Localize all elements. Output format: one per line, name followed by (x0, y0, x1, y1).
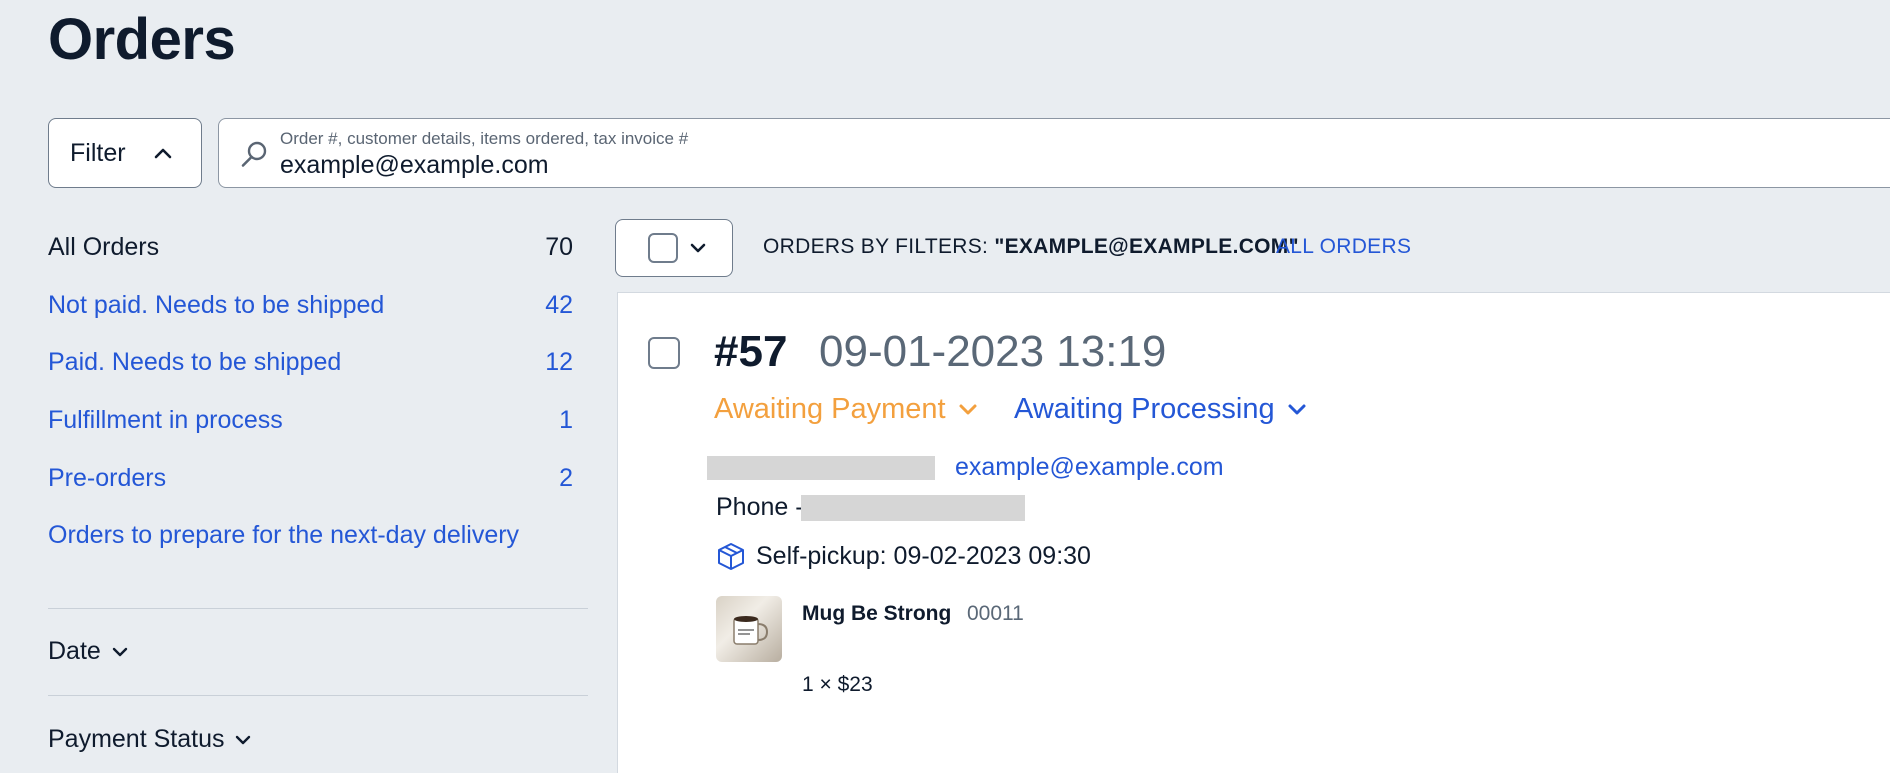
product-quantity-price: 1 × $23 (802, 673, 873, 696)
category-count: 12 (545, 348, 573, 376)
fulfillment-status-dropdown[interactable]: Awaiting Processing (1014, 393, 1307, 426)
select-all-checkbox[interactable] (648, 233, 678, 263)
product-name[interactable]: Mug Be Strong (802, 602, 951, 626)
date-filter-section[interactable]: Date (48, 637, 129, 666)
category-count: 1 (559, 406, 573, 434)
redacted-phone-number (801, 495, 1025, 521)
category-label: Not paid. Needs to be shipped (48, 291, 385, 319)
category-all-orders[interactable]: All Orders 70 (48, 233, 573, 262)
page-title: Orders (48, 7, 236, 72)
category-count: 2 (559, 464, 573, 492)
all-orders-link[interactable]: ALL ORDERS (1276, 235, 1411, 259)
pickup-info: Self-pickup: 09-02-2023 09:30 (716, 541, 1091, 571)
order-datetime: 09-01-2023 13:19 (819, 327, 1167, 376)
customer-email-link[interactable]: example@example.com (955, 453, 1224, 482)
section-label: Date (48, 637, 101, 665)
search-icon (241, 141, 267, 167)
order-checkbox[interactable] (648, 337, 680, 369)
category-pre-orders[interactable]: Pre-orders 2 (48, 464, 573, 493)
category-count: 70 (545, 233, 573, 261)
chevron-down-icon (690, 243, 706, 253)
payment-status-dropdown[interactable]: Awaiting Payment (714, 393, 978, 426)
search-label: Order #, customer details, items ordered… (280, 129, 689, 148)
package-icon (718, 543, 744, 570)
chevron-down-icon (959, 404, 977, 415)
search-field[interactable]: Order #, customer details, items ordered… (218, 118, 1890, 188)
chevron-up-icon (154, 148, 172, 159)
pickup-text: Self-pickup: 09-02-2023 09:30 (756, 541, 1091, 570)
fulfillment-status-label: Awaiting Processing (1014, 393, 1275, 425)
category-next-day-delivery[interactable]: Orders to prepare for the next-day deliv… (48, 521, 573, 550)
mug-icon (733, 616, 769, 645)
filter-button[interactable]: Filter (48, 118, 202, 188)
category-label: Orders to prepare for the next-day deliv… (48, 521, 520, 549)
phone-label: Phone - (716, 493, 804, 521)
category-count: 42 (545, 291, 573, 319)
filters-prefix: ORDERS BY FILTERS: (763, 235, 995, 258)
redacted-customer-name (707, 456, 935, 480)
sidebar-divider (48, 608, 588, 609)
chevron-down-icon (112, 647, 128, 656)
category-paid-needs-shipping[interactable]: Paid. Needs to be shipped 12 (48, 348, 573, 377)
category-fulfillment-in-process[interactable]: Fulfillment in process 1 (48, 406, 573, 435)
active-filters-text: ORDERS BY FILTERS: "EXAMPLE@EXAMPLE.COM" (763, 235, 1299, 259)
order-number[interactable]: #57 (714, 327, 787, 377)
filters-value: "EXAMPLE@EXAMPLE.COM" (994, 235, 1299, 258)
product-sku: 00011 (967, 602, 1024, 625)
filter-button-label: Filter (70, 138, 126, 167)
chevron-down-icon (1288, 404, 1306, 415)
search-input[interactable] (280, 151, 1480, 180)
bulk-select-dropdown[interactable] (615, 219, 733, 277)
order-card: #57 09-01-2023 13:19 Awaiting Payment Aw… (617, 292, 1890, 773)
category-not-paid-needs-shipping[interactable]: Not paid. Needs to be shipped 42 (48, 291, 573, 320)
chevron-down-icon (236, 735, 251, 744)
product-thumbnail[interactable] (716, 596, 782, 662)
category-label: All Orders (48, 233, 160, 261)
sidebar-divider (48, 695, 588, 696)
category-label: Paid. Needs to be shipped (48, 348, 342, 376)
payment-status-filter-section[interactable]: Payment Status (48, 725, 252, 754)
category-label: Fulfillment in process (48, 406, 283, 434)
section-label: Payment Status (48, 725, 225, 753)
category-label: Pre-orders (48, 464, 167, 492)
payment-status-label: Awaiting Payment (714, 393, 946, 425)
